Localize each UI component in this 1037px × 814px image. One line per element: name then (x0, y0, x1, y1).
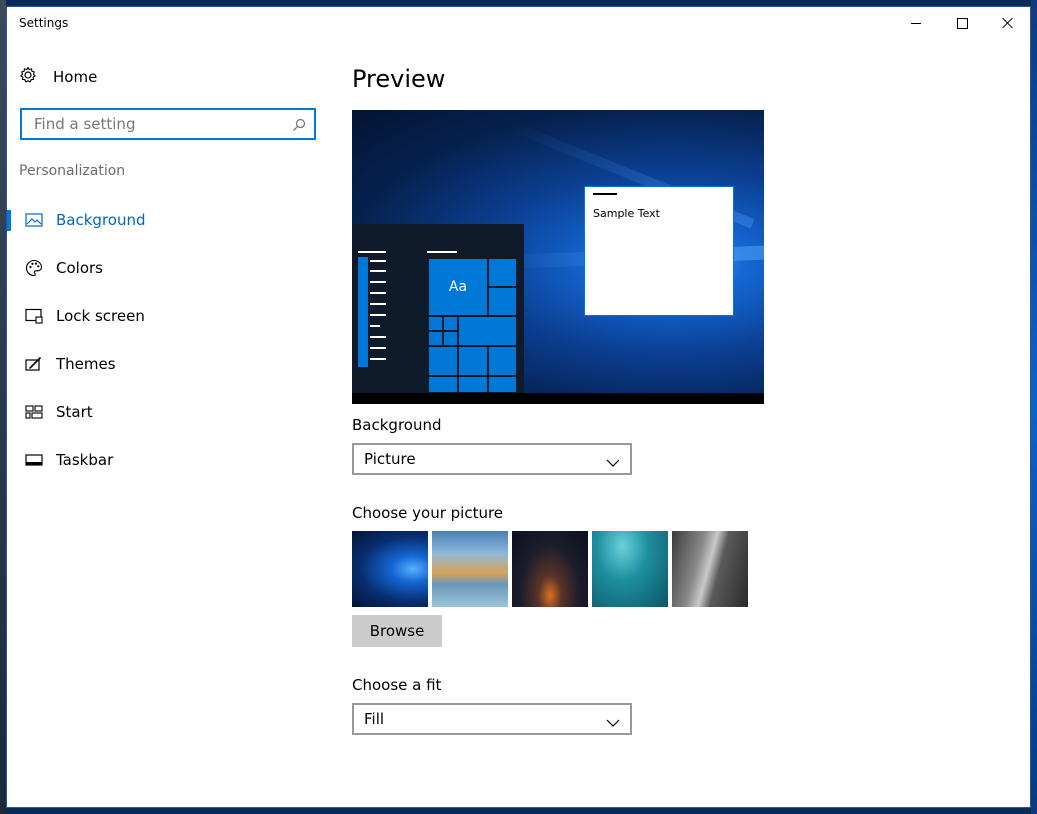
sidebar-item-taskbar[interactable]: Taskbar (7, 440, 327, 480)
sidebar-item-start[interactable]: Start (7, 392, 327, 432)
preview-tile-aa: Aa (428, 258, 488, 316)
preview-taskbar (352, 393, 764, 404)
close-icon (1002, 17, 1014, 29)
sidebar-item-label: Themes (56, 355, 116, 373)
picture-thumbnail-windows-hero[interactable] (352, 531, 428, 607)
search-input[interactable] (32, 114, 291, 134)
choose-picture-label: Choose your picture (352, 504, 504, 522)
sidebar-item-lock-screen[interactable]: Lock screen (7, 296, 327, 336)
fit-select-value: Fill (364, 710, 385, 728)
picture-icon (25, 211, 43, 229)
sidebar-item-background[interactable]: Background (7, 200, 327, 240)
chevron-down-icon (606, 453, 620, 472)
preview-tiles: Aa (428, 258, 517, 393)
sidebar-item-label: Lock screen (56, 307, 145, 325)
settings-window: Settings Home Personalization (6, 6, 1031, 808)
fit-select[interactable]: Fill (352, 703, 632, 735)
desktop-right-edge (1031, 0, 1037, 814)
chevron-down-icon (606, 713, 620, 732)
maximize-button[interactable] (939, 7, 985, 39)
sidebar-item-colors[interactable]: Colors (7, 248, 327, 288)
picture-thumbnails (352, 531, 752, 607)
choose-fit-label: Choose a fit (352, 676, 442, 694)
search-icon[interactable] (292, 117, 306, 136)
title-bar[interactable]: Settings (7, 7, 1030, 39)
page-title: Preview (352, 65, 446, 93)
sidebar-item-themes[interactable]: Themes (7, 344, 327, 384)
sidebar-item-label: Background (56, 211, 146, 229)
sidebar-item-label: Colors (56, 259, 103, 277)
picture-thumbnail-beach[interactable] (432, 531, 508, 607)
nav-home[interactable]: Home (19, 65, 97, 89)
picture-thumbnail-underwater[interactable] (592, 531, 668, 607)
taskbar-icon (25, 451, 43, 469)
preview-sample-text: Sample Text (593, 207, 660, 220)
palette-icon (25, 259, 43, 277)
picture-thumbnail-rock-climber[interactable] (672, 531, 748, 607)
background-select[interactable]: Picture (352, 443, 632, 475)
gear-icon (19, 66, 37, 88)
browse-button[interactable]: Browse (352, 615, 442, 647)
start-icon (25, 403, 43, 421)
minimize-icon (911, 22, 921, 24)
window-title: Settings (19, 16, 69, 30)
lock-screen-icon (25, 307, 43, 325)
search-box[interactable] (20, 108, 316, 140)
home-label: Home (53, 68, 98, 86)
picture-thumbnail-night-sky[interactable] (512, 531, 588, 607)
maximize-icon (956, 17, 968, 29)
section-heading: Personalization (19, 163, 126, 179)
sidebar-item-label: Taskbar (56, 451, 114, 469)
background-label: Background (352, 416, 442, 434)
background-select-value: Picture (364, 450, 416, 468)
themes-icon (25, 355, 43, 373)
background-preview: Aa Sample Text (352, 110, 764, 404)
close-button[interactable] (985, 7, 1031, 39)
minimize-button[interactable] (893, 7, 939, 39)
preview-sample-window: Sample Text (584, 186, 734, 316)
preview-start-menu: Aa (352, 224, 524, 393)
sidebar-item-label: Start (56, 403, 93, 421)
